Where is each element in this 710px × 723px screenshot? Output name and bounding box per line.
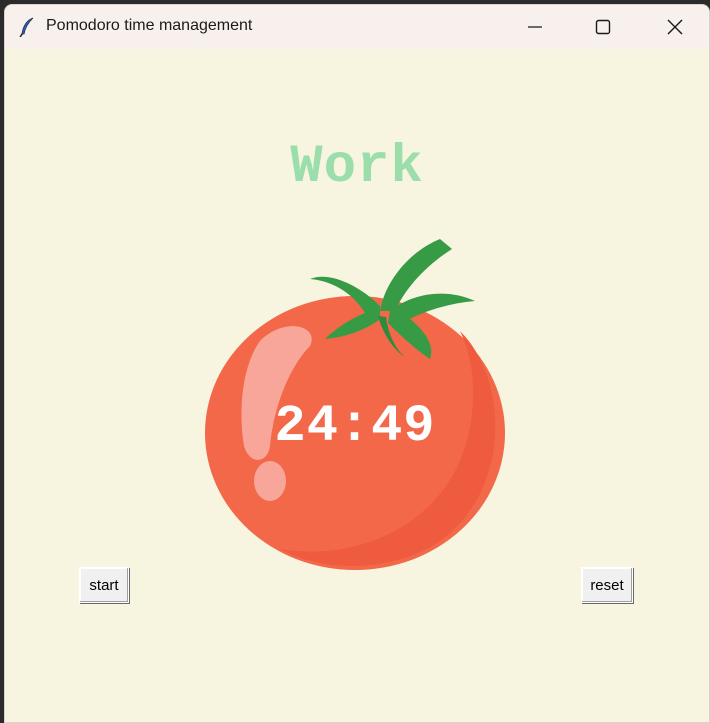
minimize-button[interactable] [501,5,569,49]
window-title: Pomodoro time management [46,17,253,34]
minimize-icon [528,26,542,28]
app-window: Pomodoro time management Work 24:49 star… [4,4,710,723]
reset-button[interactable]: reset [581,567,633,603]
title-bar[interactable]: Pomodoro time management [5,5,709,49]
start-button[interactable]: start [79,567,129,603]
close-icon [667,19,683,35]
phase-label: Work [290,137,424,198]
feather-icon [19,17,34,37]
close-button[interactable] [641,5,709,49]
maximize-icon [595,19,611,35]
timer-display: 24:49 [274,397,436,456]
maximize-button[interactable] [569,5,637,49]
